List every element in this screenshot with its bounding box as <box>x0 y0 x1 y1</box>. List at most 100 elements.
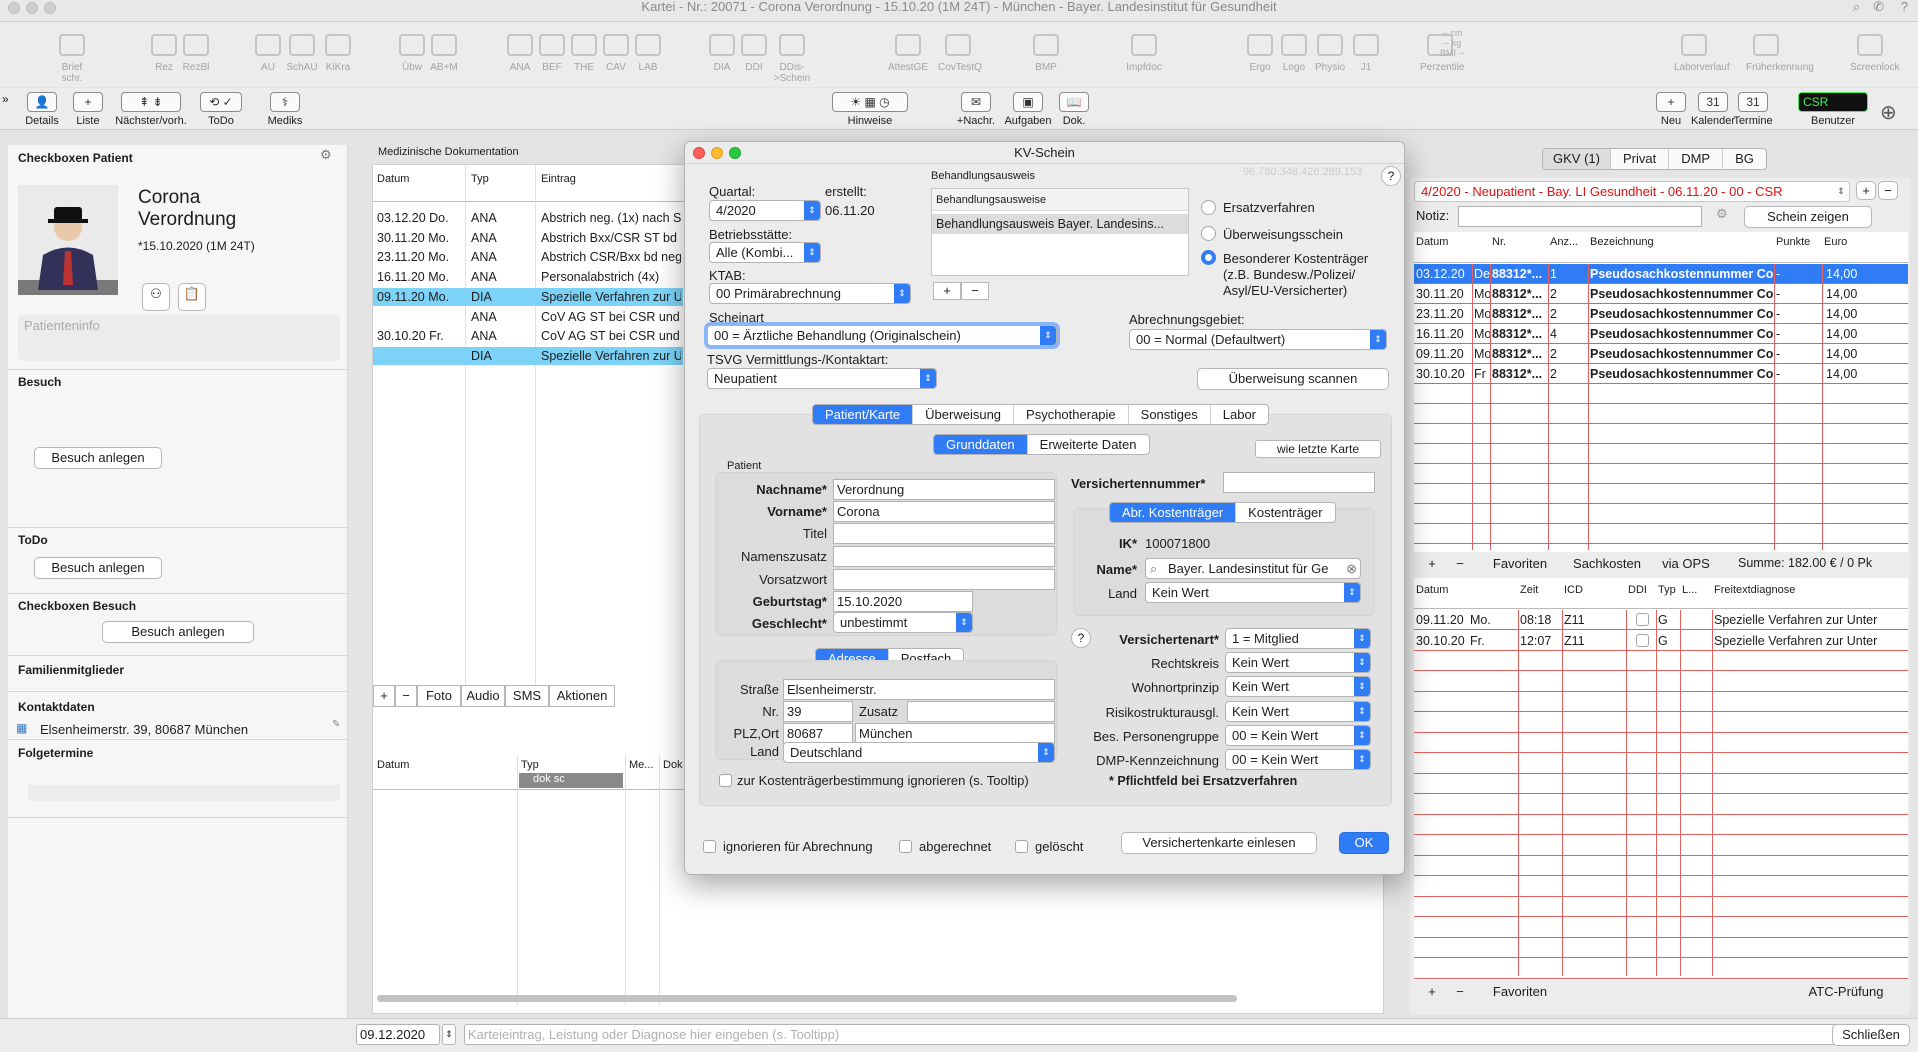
titel-input[interactable] <box>833 523 1055 544</box>
ueberweisungsschein-radio[interactable] <box>1201 226 1216 241</box>
ort-input[interactable]: München <box>855 723 1055 744</box>
abgerechnet-checkbox[interactable] <box>899 840 912 853</box>
col2-l[interactable]: L... <box>1682 584 1697 596</box>
tsvg-select[interactable]: Neupatient ⇕ <box>707 368 937 389</box>
toolbar-screenlock-button[interactable]: Screenlock <box>1850 26 1899 73</box>
entry-date-input[interactable]: 09.12.2020 <box>356 1024 440 1045</box>
notiz-input[interactable] <box>1458 206 1702 227</box>
diagnose-row[interactable] <box>1414 836 1908 856</box>
edit-pencil-icon[interactable]: ✎ <box>332 719 340 730</box>
liste-button[interactable]: + Liste <box>70 92 106 127</box>
toolbar-school-sick-note-button[interactable]: SchAU <box>282 26 322 73</box>
med-doc-cell[interactable]: 23.11.20 Mo. <box>377 248 467 266</box>
med-doc-cell[interactable] <box>377 347 467 365</box>
termine-button[interactable]: 31 Termine <box>1730 92 1776 127</box>
remove-leistung-button[interactable]: − <box>1448 554 1472 576</box>
col2-datum[interactable]: Datum <box>1416 584 1448 596</box>
dok-button[interactable]: 📖 Dok. <box>1058 92 1090 127</box>
audio-button[interactable]: Audio <box>461 685 505 707</box>
nachname-input[interactable]: Verordnung <box>833 479 1055 500</box>
col2-ddi[interactable]: DDI <box>1628 584 1647 596</box>
diag-favoriten-button[interactable]: Favoriten <box>1480 982 1560 1004</box>
med-doc-cell[interactable]: Personalabstrich (4x) <box>541 268 681 286</box>
toolbar-covtest-button[interactable]: CovTestQ <box>938 26 982 73</box>
diagnose-row[interactable] <box>1414 856 1908 876</box>
med-doc-cell[interactable] <box>377 308 467 326</box>
toolbar-syringe-button[interactable]: Impfdoc <box>1124 26 1164 73</box>
med-doc-cell[interactable]: Spezielle Verfahren zur U <box>541 347 681 365</box>
gear-icon[interactable]: ⚙ <box>320 147 332 163</box>
ok-button[interactable]: OK <box>1339 832 1389 854</box>
via-ops-button[interactable]: via OPS <box>1654 554 1718 576</box>
wie-letzte-karte-button[interactable]: wie letzte Karte <box>1255 440 1381 458</box>
zoom-window-button[interactable] <box>44 2 56 14</box>
nr-input[interactable]: 39 <box>783 701 853 722</box>
add-leistung-button[interactable]: + <box>1420 554 1444 576</box>
dialog-close-button[interactable] <box>693 147 705 159</box>
dialog-minimize-button[interactable] <box>711 147 723 159</box>
col-datum[interactable]: Datum <box>377 173 409 185</box>
med-doc-cell[interactable]: Spezielle Verfahren zur U <box>541 288 681 306</box>
col2-dok[interactable]: Dok <box>663 759 683 771</box>
ignorieren-abrechnung-checkbox[interactable] <box>703 840 716 853</box>
add-schein-button[interactable]: + <box>1856 181 1876 200</box>
karteieintrag-input[interactable]: Karteieintrag, Leistung oder Diagnose hi… <box>464 1024 1840 1045</box>
med-doc-cell[interactable]: CoV AG ST bei CSR und <box>541 327 681 345</box>
sachkosten-button[interactable]: Sachkosten <box>1564 554 1650 576</box>
tab-abr-kostentraeger[interactable]: Abr. Kostenträger <box>1110 503 1237 522</box>
favoriten-button[interactable]: Favoriten <box>1480 554 1560 576</box>
tab-patient-karte[interactable]: Patient/Karte <box>813 405 914 424</box>
ba-item[interactable]: Behandlungsausweis Bayer. Landesins... <box>932 214 1188 234</box>
nachricht-button[interactable]: ✉ +Nachr. <box>954 92 998 127</box>
med-doc-cell[interactable]: 09.11.20 Mo. <box>377 288 467 306</box>
toolbar-ab-m-button[interactable]: AB+M <box>424 26 464 73</box>
tab-ueberweisung[interactable]: Überweisung <box>913 405 1015 424</box>
foto-button[interactable]: Foto <box>417 685 461 707</box>
geschlecht-select[interactable]: unbestimmt ⇕ <box>833 612 973 633</box>
diagnose-row[interactable] <box>1414 815 1908 835</box>
tab-gkv[interactable]: GKV (1) <box>1543 149 1611 169</box>
toolbar-ddis-schein-button[interactable]: DDis->Schein <box>772 26 812 84</box>
add-diagnose-button[interactable]: + <box>1420 982 1444 1004</box>
wohnortprinzip-select[interactable]: Kein Wert ⇕ <box>1225 676 1371 697</box>
med-doc-cell[interactable]: Abstrich Bxx/CSR ST bd <box>541 229 681 247</box>
tab-kostentraeger[interactable]: Kostenträger <box>1236 503 1334 522</box>
toolbar-child-sick-button[interactable]: KiKra <box>318 26 358 73</box>
aufgaben-button[interactable]: ▣ Aufgaben <box>1002 92 1054 127</box>
clipboard-button[interactable]: 📋 <box>178 283 206 311</box>
ddi-checkbox[interactable] <box>1636 633 1649 647</box>
remove-entry-button[interactable]: − <box>395 685 417 707</box>
collapse-chevron-icon[interactable]: » <box>2 92 9 106</box>
leistung-row[interactable]: 23.11.20 Mo 88312*... 2 Pseudosachkostennumm… <box>1414 304 1908 324</box>
diagnose-row[interactable] <box>1414 672 1908 692</box>
diagnose-row[interactable] <box>1414 877 1908 897</box>
toolbar-physio-button[interactable]: Physio <box>1310 26 1350 73</box>
schein-select[interactable]: 4/2020 - Neupatient - Bay. LI Gesundheit… <box>1414 181 1850 202</box>
plz-input[interactable]: 80687 <box>783 723 853 744</box>
med-doc-cell[interactable]: 30.11.20 Mo. <box>377 229 467 247</box>
col2-me[interactable]: Me... <box>629 759 653 771</box>
dmp-kennzeichnung-select[interactable]: 00 = Kein Wert ⇕ <box>1225 749 1371 770</box>
ignore-kostentraeger-checkbox[interactable] <box>719 774 732 787</box>
scheinart-select[interactable]: 00 = Ärztliche Behandlung (Originalschei… <box>707 325 1057 346</box>
patient-profile-button[interactable]: ⚇ <box>142 283 170 311</box>
leistung-row[interactable]: 09.11.20 Mo 88312*... 2 Pseudosachkostennumm… <box>1414 344 1908 364</box>
atc-pruefung-button[interactable]: ATC-Prüfung <box>1792 982 1900 1004</box>
diagnose-row[interactable] <box>1414 754 1908 774</box>
tab-erweiterte-daten[interactable]: Erweiterte Daten <box>1028 435 1149 454</box>
med-doc-cell[interactable]: 30.10.20 Fr. <box>377 327 467 345</box>
tab-labor[interactable]: Labor <box>1211 405 1268 424</box>
col-eintrag[interactable]: Eintrag <box>541 173 576 185</box>
network-globe-icon[interactable]: ⊕ <box>1880 100 1897 125</box>
toolbar-logo-therapy-button[interactable]: Logo <box>1274 26 1314 73</box>
col2-zeit[interactable]: Zeit <box>1520 584 1538 596</box>
col-bezeichnung[interactable]: Bezeichnung <box>1590 236 1654 248</box>
toolbar-flask-button[interactable]: Laborverlauf <box>1674 26 1730 73</box>
diagnose-row[interactable] <box>1414 918 1908 938</box>
toolbar-lab-button[interactable]: LAB <box>628 26 668 73</box>
leistung-row[interactable] <box>1414 504 1908 524</box>
add-entry-button[interactable]: + <box>373 685 395 707</box>
toolbar-globe-button[interactable]: Früherkennung <box>1746 26 1814 73</box>
sms-button[interactable]: SMS <box>505 685 549 707</box>
clear-icon[interactable]: ⊗ <box>1346 559 1357 578</box>
